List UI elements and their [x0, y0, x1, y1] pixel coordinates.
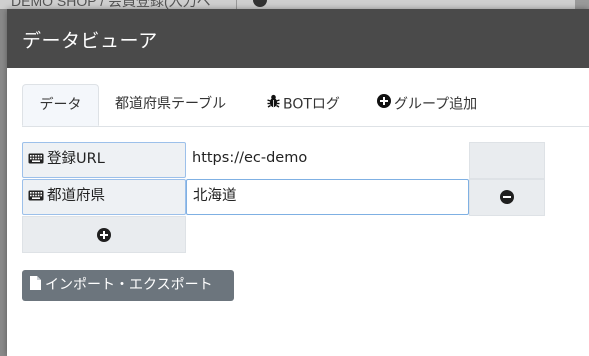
- remove-row-icon[interactable]: [500, 190, 514, 204]
- background-divider: [236, 0, 237, 9]
- tab-add-group[interactable]: グループ追加: [377, 84, 477, 125]
- bug-icon: [267, 84, 280, 125]
- tab-bot-log[interactable]: BOTログ: [267, 84, 340, 125]
- row-remove-cell: [469, 179, 545, 216]
- row-key-label: 都道府県: [47, 188, 105, 204]
- add-row-icon[interactable]: [97, 228, 111, 242]
- modal-title: データビューア: [22, 30, 158, 52]
- tab-prefecture-table-label: 都道府県テーブル: [115, 96, 227, 112]
- data-viewer-modal: データビューア データ 都道府県テーブル BOTログ グループ追加 登録URL …: [7, 9, 589, 356]
- row-action-cell: [469, 142, 545, 179]
- add-row-cell: [22, 216, 186, 253]
- row-value-registration-url[interactable]: https://ec-demo: [186, 142, 470, 178]
- tab-bar: データ 都道府県テーブル BOTログ グループ追加: [22, 84, 589, 127]
- tab-bot-log-label: BOTログ: [283, 96, 340, 113]
- plus-circle-icon: [377, 84, 391, 125]
- row-value-text: https://ec-demo: [192, 150, 308, 166]
- import-export-label: インポート・エクスポート: [45, 277, 213, 293]
- row-key-registration-url[interactable]: 登録URL: [22, 142, 186, 178]
- import-export-button[interactable]: インポート・エクスポート: [22, 270, 234, 301]
- row-key-label: 登録URL: [47, 151, 105, 167]
- row-key-prefecture[interactable]: 都道府県: [22, 179, 186, 215]
- keyboard-icon: [28, 153, 44, 163]
- tab-add-group-label: グループ追加: [394, 96, 478, 113]
- file-icon: [30, 276, 41, 290]
- tab-data-label: データ: [39, 97, 82, 113]
- tab-data[interactable]: データ: [22, 84, 99, 126]
- background-page-title: DEMO SHOP / 会員登録(入力ペ: [11, 0, 211, 9]
- modal-header: データビューア: [7, 9, 589, 68]
- keyboard-icon: [28, 190, 44, 200]
- row-value-text: 北海道: [193, 188, 237, 204]
- row-value-prefecture[interactable]: 北海道: [186, 179, 469, 215]
- tab-prefecture-table[interactable]: 都道府県テーブル: [115, 84, 226, 125]
- background-page: DEMO SHOP / 会員登録(入力ペ: [0, 0, 589, 9]
- background-add-icon: [253, 0, 267, 7]
- background-scroll-area: [575, 0, 589, 9]
